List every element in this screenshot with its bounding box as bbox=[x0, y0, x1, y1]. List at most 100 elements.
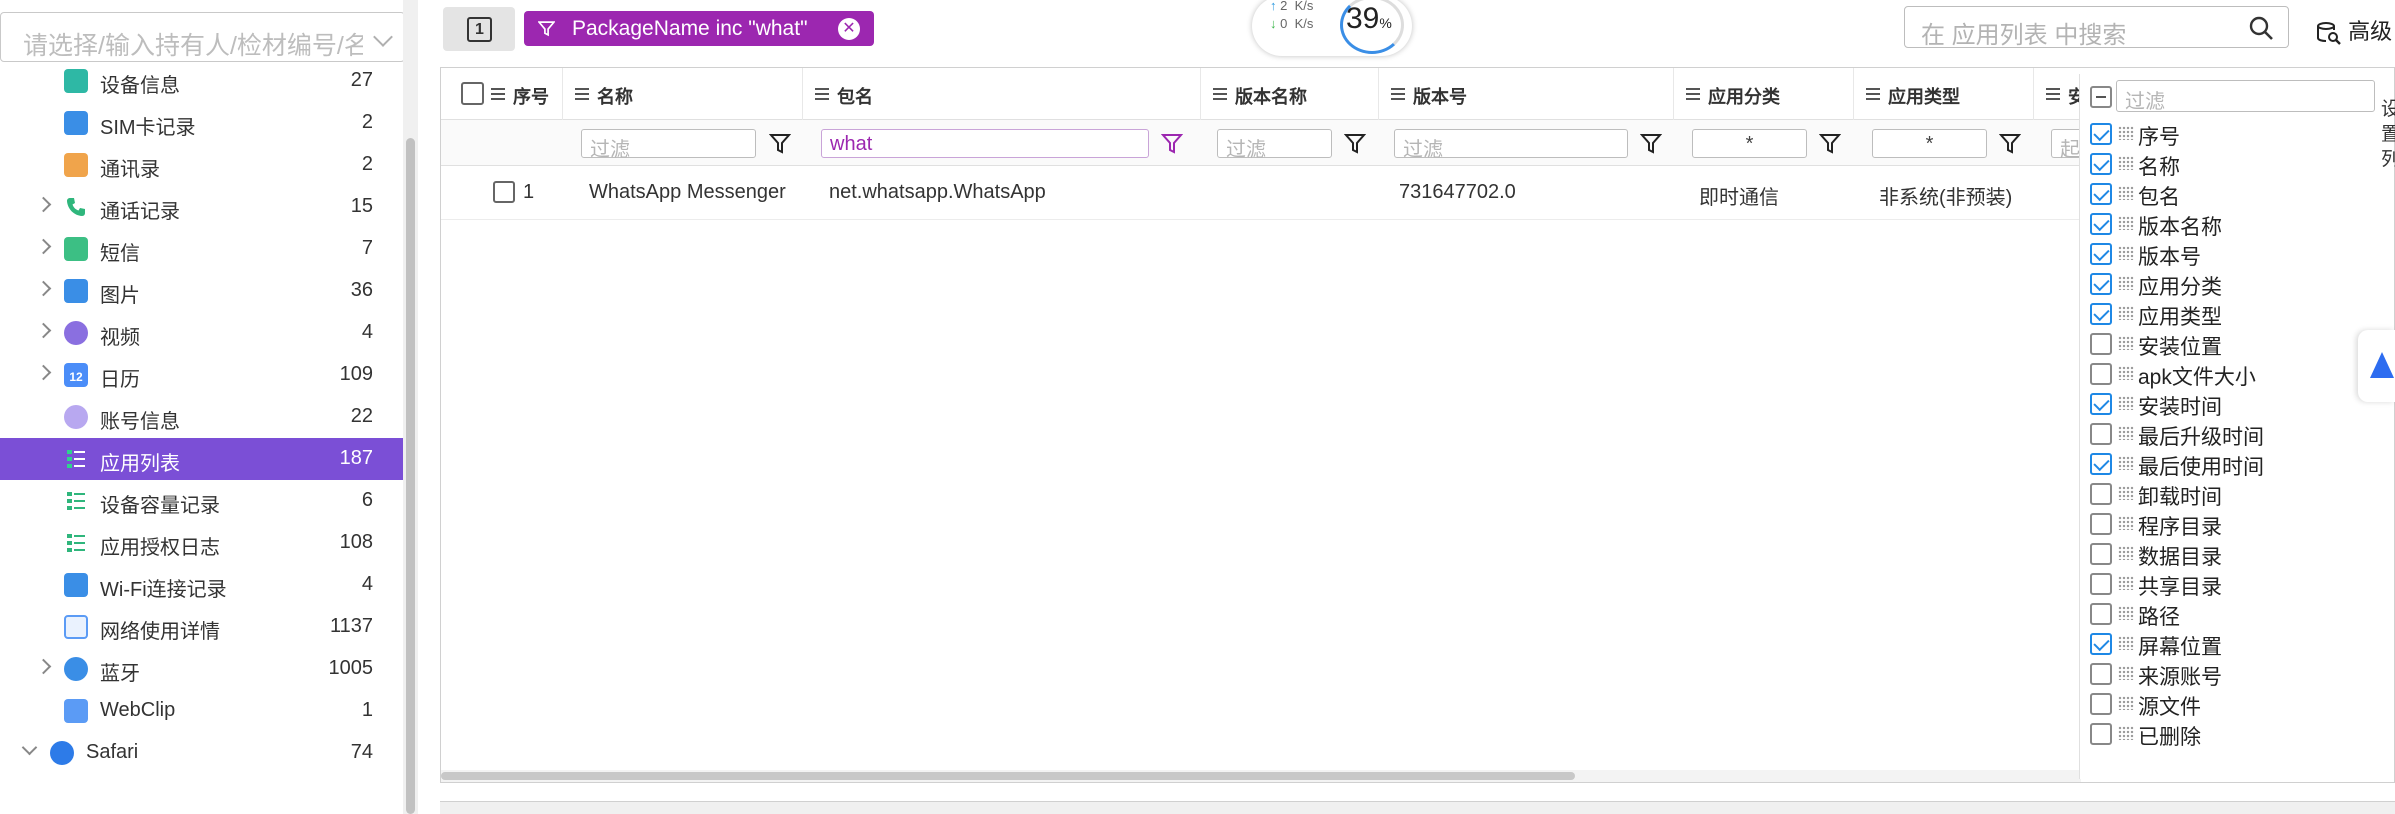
search-input[interactable]: 在 应用列表 中搜索 bbox=[1904, 6, 2289, 49]
filter-icon-active[interactable] bbox=[1161, 132, 1183, 156]
table-row[interactable]: 1 WhatsApp Messenger net.whatsapp.WhatsA… bbox=[441, 166, 2081, 220]
column-chooser-item[interactable]: 程序目录 bbox=[2090, 509, 2375, 539]
drag-handle-icon[interactable] bbox=[2118, 186, 2134, 200]
active-filter-chip[interactable]: PackageName inc "what" ✕ bbox=[524, 11, 874, 46]
filter-icon[interactable] bbox=[1999, 132, 2021, 156]
checkbox-unchecked[interactable] bbox=[2090, 513, 2112, 535]
expand-chevron-icon[interactable] bbox=[35, 280, 52, 297]
filter-icon[interactable] bbox=[1640, 132, 1662, 156]
sidebar-item-sms[interactable]: 短信 7 bbox=[0, 228, 403, 270]
name-filter-input[interactable]: 过滤 bbox=[581, 129, 756, 161]
package-filter-input[interactable]: what bbox=[821, 129, 1149, 158]
filter-icon[interactable] bbox=[1344, 132, 1366, 156]
drag-handle-icon[interactable] bbox=[2118, 456, 2134, 470]
sidebar-item-bluetooth[interactable]: 蓝牙 1005 bbox=[0, 648, 403, 690]
checkbox-unchecked[interactable] bbox=[2090, 723, 2112, 745]
checkbox-checked[interactable] bbox=[2090, 393, 2112, 415]
checkbox-unchecked[interactable] bbox=[2090, 693, 2112, 715]
sidebar-item-app-list[interactable]: 应用列表 187 bbox=[0, 438, 403, 480]
column-chooser-item[interactable]: 版本号 bbox=[2090, 239, 2375, 269]
drag-handle-icon[interactable] bbox=[2118, 486, 2134, 500]
column-header-package[interactable]: 包名 bbox=[803, 68, 1201, 120]
column-chooser-item[interactable]: 安装时间 bbox=[2090, 389, 2375, 419]
version-code-filter-input[interactable]: 过滤 bbox=[1394, 129, 1628, 161]
column-header-type[interactable]: 应用类型 bbox=[1854, 68, 2034, 120]
column-chooser-item[interactable]: 源文件 bbox=[2090, 689, 2375, 719]
drag-handle-icon[interactable] bbox=[2118, 516, 2134, 530]
close-icon[interactable]: ✕ bbox=[838, 18, 860, 40]
column-header-category[interactable]: 应用分类 bbox=[1674, 68, 1854, 120]
sidebar-item-contacts[interactable]: 通讯录 2 bbox=[0, 144, 403, 186]
drag-handle-icon[interactable] bbox=[2118, 306, 2134, 320]
sidebar-item-images[interactable]: 图片 36 bbox=[0, 270, 403, 312]
column-chooser-item[interactable]: 安装位置 bbox=[2090, 329, 2375, 359]
column-menu-icon[interactable] bbox=[1213, 88, 1227, 100]
column-menu-icon[interactable] bbox=[1391, 88, 1405, 100]
sidebar-item-accounts[interactable]: 账号信息 22 bbox=[0, 396, 403, 438]
checkbox-unchecked[interactable] bbox=[2090, 603, 2112, 625]
search-icon[interactable] bbox=[2248, 15, 2274, 41]
checkbox-unchecked[interactable] bbox=[2090, 363, 2112, 385]
column-chooser-item[interactable]: 序号 bbox=[2090, 119, 2375, 149]
checkbox-checked[interactable] bbox=[2090, 213, 2112, 235]
row-checkbox[interactable] bbox=[493, 181, 515, 203]
column-chooser-item[interactable]: 路径 bbox=[2090, 599, 2375, 629]
column-chooser-item[interactable]: 最后使用时间 bbox=[2090, 449, 2375, 479]
column-chooser-item[interactable]: 来源账号 bbox=[2090, 659, 2375, 689]
sidebar-item-device-info[interactable]: 设备信息 27 bbox=[0, 60, 403, 102]
column-chooser-item[interactable]: 最后升级时间 bbox=[2090, 419, 2375, 449]
version-name-filter-input[interactable]: 过滤 bbox=[1217, 129, 1332, 161]
page-button[interactable]: 1 bbox=[443, 7, 515, 51]
drag-handle-icon[interactable] bbox=[2118, 576, 2134, 590]
checkbox-checked[interactable] bbox=[2090, 303, 2112, 325]
chevron-down-icon[interactable] bbox=[373, 27, 393, 47]
column-menu-icon[interactable] bbox=[575, 88, 589, 100]
drag-handle-icon[interactable] bbox=[2118, 246, 2134, 260]
drag-handle-icon[interactable] bbox=[2118, 336, 2134, 350]
column-chooser-item[interactable]: 屏幕位置 bbox=[2090, 629, 2375, 659]
column-chooser-item[interactable]: 卸载时间 bbox=[2090, 479, 2375, 509]
sidebar-scrollbar[interactable] bbox=[406, 138, 415, 814]
column-chooser-item[interactable]: 包名 bbox=[2090, 179, 2375, 209]
expand-chevron-icon[interactable] bbox=[35, 322, 52, 339]
checkbox-checked[interactable] bbox=[2090, 273, 2112, 295]
drag-handle-icon[interactable] bbox=[2118, 396, 2134, 410]
drag-handle-icon[interactable] bbox=[2118, 546, 2134, 560]
drag-handle-icon[interactable] bbox=[2118, 126, 2134, 140]
sidebar-item-wifi[interactable]: Wi-Fi连接记录 4 bbox=[0, 564, 403, 606]
install-location-filter-input[interactable]: 起 bbox=[2051, 129, 2081, 161]
checkbox-unchecked[interactable] bbox=[2090, 543, 2112, 565]
column-header-name[interactable]: 名称 bbox=[563, 68, 803, 120]
column-menu-icon[interactable] bbox=[491, 88, 505, 100]
horizontal-scrollbar[interactable] bbox=[441, 770, 2081, 782]
evidence-select[interactable]: 请选择/输入持有人/检材编号/名 bbox=[0, 12, 405, 62]
column-header-index[interactable]: 序号 bbox=[441, 68, 563, 120]
sidebar-item-safari[interactable]: Safari 74 bbox=[0, 732, 403, 774]
column-settings-tab[interactable]: 设 置 列 bbox=[2381, 97, 2395, 197]
advanced-search-button[interactable]: 高级 bbox=[2316, 14, 2392, 46]
column-menu-icon[interactable] bbox=[815, 88, 829, 100]
expand-chevron-icon[interactable] bbox=[35, 238, 52, 255]
checkbox-checked[interactable] bbox=[2090, 243, 2112, 265]
drag-handle-icon[interactable] bbox=[2118, 216, 2134, 230]
sidebar-item-auth-log[interactable]: 应用授权日志 108 bbox=[0, 522, 403, 564]
drag-handle-icon[interactable] bbox=[2118, 636, 2134, 650]
sidebar-item-videos[interactable]: 视频 4 bbox=[0, 312, 403, 354]
sidebar-item-calendar[interactable]: 12 日历 109 bbox=[0, 354, 403, 396]
select-all-checkbox[interactable] bbox=[461, 82, 484, 105]
checkbox-checked[interactable] bbox=[2090, 183, 2112, 205]
expand-chevron-icon[interactable] bbox=[35, 658, 52, 675]
column-filter-input[interactable]: 过滤 bbox=[2116, 80, 2375, 113]
collapse-chevron-icon[interactable] bbox=[21, 739, 38, 756]
toggle-all-columns-checkbox[interactable] bbox=[2090, 86, 2112, 108]
drag-handle-icon[interactable] bbox=[2118, 366, 2134, 380]
horizontal-scrollbar-thumb[interactable] bbox=[441, 772, 1575, 780]
checkbox-checked[interactable] bbox=[2090, 633, 2112, 655]
column-header-install-location[interactable]: 安 bbox=[2034, 68, 2086, 120]
expand-chevron-icon[interactable] bbox=[35, 364, 52, 381]
sidebar-item-network-usage[interactable]: 网络使用详情 1137 bbox=[0, 606, 403, 648]
drag-handle-icon[interactable] bbox=[2118, 696, 2134, 710]
drag-handle-icon[interactable] bbox=[2118, 606, 2134, 620]
sidebar-item-webclip[interactable]: WebClip 1 bbox=[0, 690, 403, 732]
filter-icon[interactable] bbox=[1819, 132, 1841, 156]
